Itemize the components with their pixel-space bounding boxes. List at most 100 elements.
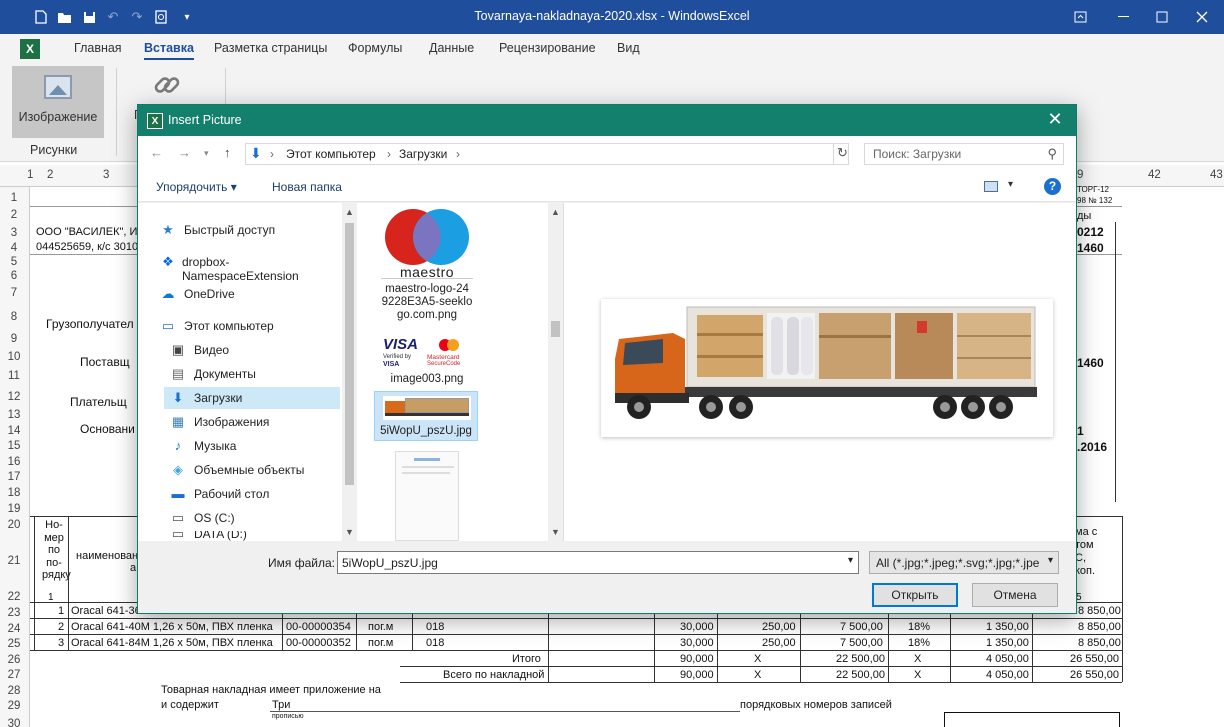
row-header[interactable]: 10 — [0, 351, 28, 363]
nav-item-quick-access[interactable]: ★ Быстрый доступ — [160, 219, 340, 241]
row-header[interactable]: 28 — [0, 685, 28, 697]
scroll-down-icon[interactable]: ▼ — [551, 527, 560, 537]
chevron-down-icon[interactable]: ▾ — [848, 555, 853, 566]
row-header[interactable]: 16 — [0, 456, 28, 468]
row-header[interactable]: 19 — [0, 503, 28, 515]
scroll-up-icon[interactable]: ▲ — [345, 207, 354, 217]
nav-item-drive-d[interactable]: ▭ DATA (D:) — [170, 531, 350, 541]
up-icon[interactable]: ↑ — [224, 145, 231, 160]
footer-count[interactable]: Три — [272, 699, 290, 711]
row-header[interactable]: 12 — [0, 391, 28, 403]
row-header[interactable]: 3 — [0, 227, 28, 239]
ribbon-display-icon[interactable] — [1058, 0, 1102, 34]
dialog-close-icon[interactable]: ✕ — [1042, 109, 1068, 130]
row-header[interactable]: 9 — [0, 333, 28, 345]
view-mode-icon[interactable] — [984, 181, 998, 192]
maximize-icon[interactable] — [1140, 0, 1184, 34]
breadcrumb-downloads[interactable]: Загрузки — [399, 147, 447, 161]
tab-review[interactable]: Рецензирование — [499, 41, 596, 55]
bank-account[interactable]: 044525659, к/с 3010 — [36, 241, 138, 253]
row-header[interactable]: 6 — [0, 270, 28, 282]
supplier-label[interactable]: Поставщ — [80, 355, 130, 369]
payer-label[interactable]: Плательщ — [70, 395, 127, 409]
file-name-input[interactable]: 5iWopU_pszU.jpg ▾ — [337, 551, 859, 574]
supplier-code[interactable]: 1460 — [1077, 356, 1104, 370]
col-header[interactable]: 1 — [27, 169, 33, 181]
row-header[interactable]: 23 — [0, 607, 28, 619]
row-header[interactable]: 13 — [0, 409, 28, 421]
nav-item-dropbox[interactable]: ❖ dropbox-NamespaceExtension — [160, 251, 340, 283]
row-header[interactable]: 1 — [0, 192, 28, 204]
footer-line1[interactable]: Товарная накладная имеет приложение на — [161, 684, 381, 696]
col-header[interactable]: 9 — [1077, 169, 1083, 181]
tab-insert[interactable]: Вставка — [144, 41, 194, 60]
basis-label[interactable]: Основани — [80, 422, 135, 436]
file-type-select[interactable]: All (*.jpg;*.jpeg;*.svg;*.jpg;*.jpe ▾ — [869, 551, 1059, 574]
refresh-icon[interactable]: ↻ — [833, 143, 851, 165]
row-header[interactable]: 4 — [0, 242, 28, 254]
company-name[interactable]: ООО "ВАСИЛЕК", И — [36, 226, 137, 238]
nav-item-video[interactable]: ▣ Видео — [170, 339, 350, 361]
back-icon[interactable]: ← — [150, 145, 163, 160]
nav-item-music[interactable]: ♪ Музыка — [170, 435, 350, 457]
nav-item-desktop[interactable]: ▬ Рабочий стол — [170, 483, 350, 505]
nav-item-this-pc[interactable]: ▭ Этот компьютер — [160, 315, 340, 337]
doc-date[interactable]: .2016 — [1077, 440, 1107, 454]
doc-number[interactable]: 1 — [1077, 424, 1084, 438]
nav-item-downloads[interactable]: ⬇ Загрузки — [164, 387, 340, 409]
document-thumbnail[interactable] — [395, 451, 459, 541]
help-icon[interactable]: ? — [1044, 178, 1061, 195]
row-header[interactable]: 15 — [0, 440, 28, 452]
tab-view[interactable]: Вид — [617, 41, 640, 55]
file-name[interactable]: maestro-logo-24 9228E3A5-seeklo go.com.p… — [377, 283, 477, 322]
row-header[interactable]: 21 — [0, 555, 28, 567]
tab-formulas[interactable]: Формулы — [348, 41, 402, 55]
row-header[interactable]: 18 — [0, 487, 28, 499]
nav-item-3d-objects[interactable]: ◈ Объемные объекты — [170, 459, 350, 481]
visa-mastercard-thumbnail[interactable]: VISA Verified by VISA Mastercard SecureC… — [381, 336, 473, 371]
link-icon[interactable] — [152, 70, 182, 107]
consignee-label[interactable]: Грузополучател — [46, 317, 134, 331]
file-name[interactable]: image003.png — [377, 373, 477, 386]
row-header[interactable]: 14 — [0, 425, 28, 437]
address-bar[interactable]: ⬇ › Этот компьютер › Загрузки › ▾ — [245, 143, 925, 165]
view-dropdown-icon[interactable]: ▾ — [1008, 179, 1013, 190]
close-icon[interactable] — [1180, 0, 1224, 34]
file-item-selected[interactable]: 5iWopU_pszU.jpg — [374, 391, 478, 441]
open-button[interactable]: Открыть — [872, 583, 958, 607]
row-header[interactable]: 20 — [0, 519, 28, 531]
bank-code[interactable]: 1460 — [1077, 241, 1104, 255]
row-header[interactable]: 30 — [0, 718, 28, 727]
maestro-thumbnail[interactable]: maestro — [381, 207, 473, 280]
breadcrumb-computer[interactable]: Этот компьютер — [286, 147, 376, 161]
forward-icon[interactable]: → — [178, 145, 191, 160]
row-header[interactable]: 17 — [0, 471, 28, 483]
tab-home[interactable]: Главная — [74, 41, 122, 55]
row-header[interactable]: 8 — [0, 311, 28, 323]
organize-button[interactable]: Упорядочить ▾ — [156, 180, 237, 194]
row-header[interactable]: 24 — [0, 623, 28, 635]
file-list-scrollbar[interactable] — [548, 203, 562, 541]
row-header[interactable]: 2 — [0, 209, 28, 221]
nav-item-onedrive[interactable]: ☁ OneDrive — [160, 283, 340, 305]
scroll-down-icon[interactable]: ▼ — [345, 527, 354, 537]
col-header[interactable]: 43 — [1210, 169, 1223, 181]
row-header[interactable]: 25 — [0, 638, 28, 650]
footer-line2[interactable]: и содержит — [161, 699, 219, 711]
insert-image-button[interactable]: Изображение — [12, 66, 104, 138]
file-scroll-thumb[interactable] — [551, 321, 560, 337]
row-header[interactable]: 29 — [0, 700, 28, 712]
col-header[interactable]: 3 — [103, 169, 109, 181]
recent-locations-icon[interactable]: ▾ — [204, 148, 209, 159]
row-header[interactable]: 11 — [0, 370, 28, 382]
row-header[interactable]: 26 — [0, 654, 28, 666]
nav-scroll-thumb[interactable] — [345, 223, 354, 485]
nav-item-drive-c[interactable]: ▭ OS (C:) — [170, 507, 350, 529]
scroll-up-icon[interactable]: ▲ — [551, 207, 560, 217]
nav-item-documents[interactable]: ▤ Документы — [170, 363, 350, 385]
chevron-down-icon[interactable]: ▾ — [1047, 555, 1053, 566]
row-header[interactable]: 5 — [0, 256, 28, 268]
tab-data[interactable]: Данные — [429, 41, 474, 55]
search-input[interactable]: Поиск: Загрузки ⚲ — [864, 143, 1064, 165]
col-header[interactable]: 42 — [1148, 169, 1161, 181]
